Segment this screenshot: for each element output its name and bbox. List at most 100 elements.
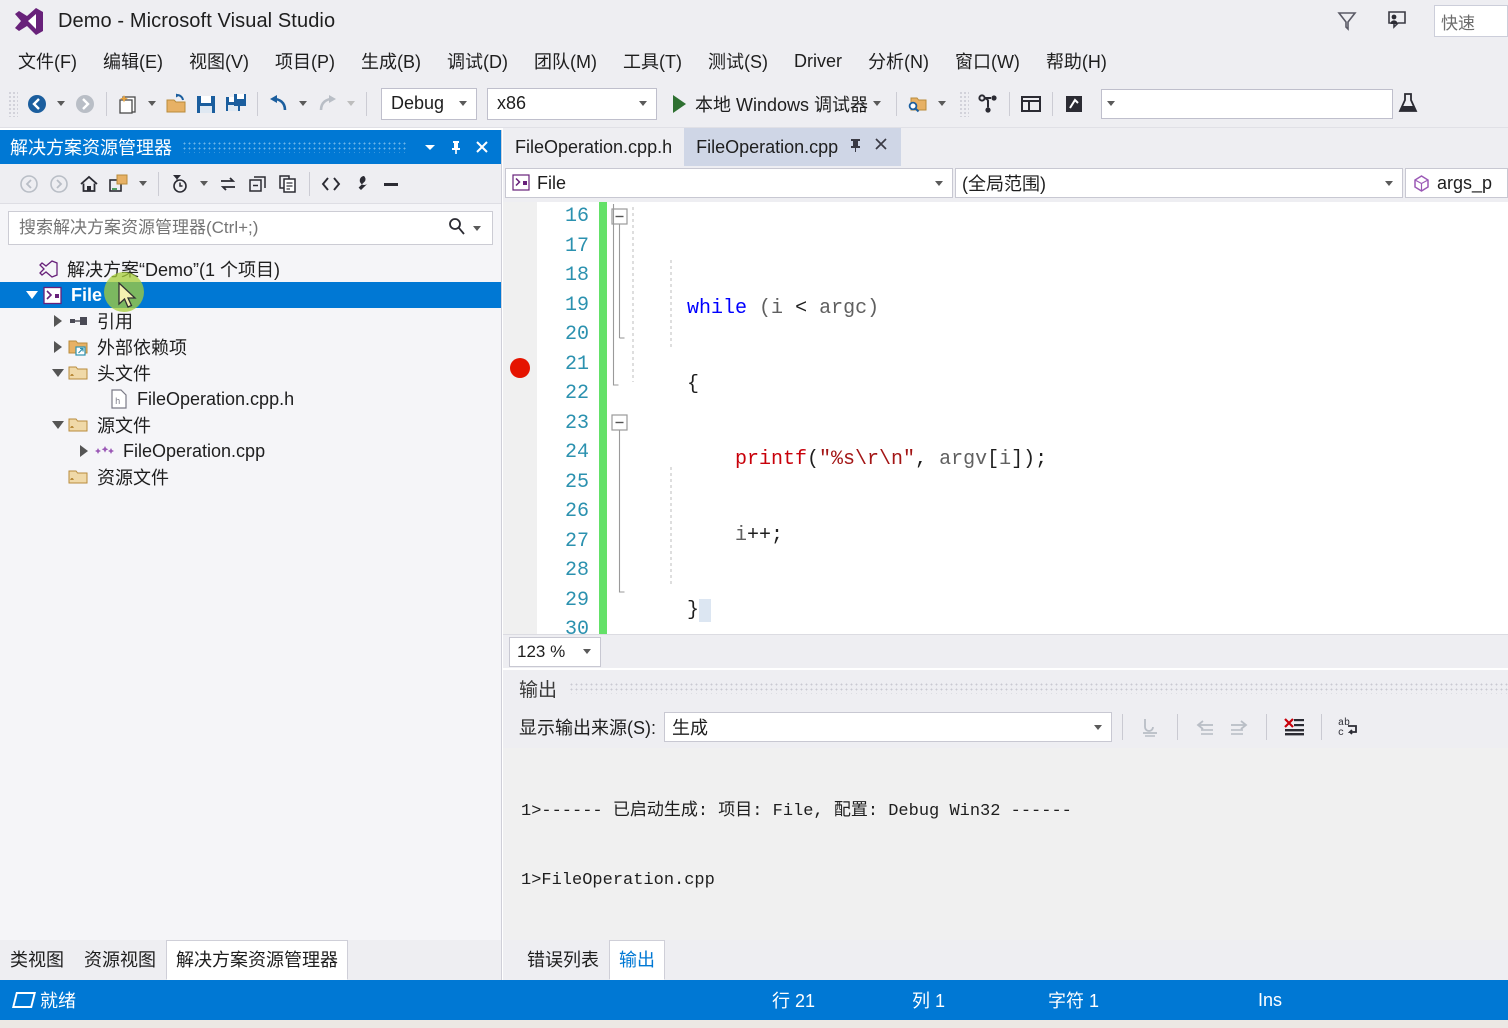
code-line-20[interactable]: } <box>639 596 1508 626</box>
pin-icon[interactable] <box>848 137 863 157</box>
code-line-19[interactable]: i++; <box>639 521 1508 551</box>
code-text[interactable]: while (i < argc) { printf("%s\r\n", argv… <box>639 202 1508 634</box>
editor-tab-fileoperation-cpp[interactable]: FileOperation.cpp <box>684 128 902 166</box>
expander-down[interactable] <box>48 421 68 429</box>
close-icon[interactable] <box>469 134 495 160</box>
tree-item-resource-files-folder[interactable]: 资源文件 <box>0 464 501 490</box>
output-text[interactable]: 1>------ 已启动生成: 项目: File, 配置: Debug Win3… <box>503 748 1508 1028</box>
outlining-gutter[interactable] <box>609 202 639 634</box>
code-line-18[interactable]: printf("%s\r\n", argv[i]); <box>639 445 1508 475</box>
code-editor[interactable]: 16 17 18 19 20 21 22 23 24 25 26 27 28 2… <box>503 202 1508 634</box>
panel-drag-dots[interactable] <box>569 682 1508 694</box>
show-all-files-icon[interactable] <box>273 169 303 199</box>
pending-changes-filter-icon[interactable] <box>165 169 195 199</box>
home-icon[interactable] <box>74 169 104 199</box>
menu-item-team[interactable]: 团队(M) <box>524 44 607 78</box>
menu-item-window[interactable]: 窗口(W) <box>945 44 1030 78</box>
new-item-caret-icon[interactable] <box>148 101 156 106</box>
editor-tab-fileoperation-cpp-h[interactable]: FileOperation.cpp.h <box>503 128 685 166</box>
chevron-down-icon[interactable] <box>139 181 147 186</box>
tree-item-header-files-folder[interactable]: 头文件 <box>0 360 501 386</box>
toolbar-grip[interactable] <box>959 90 970 117</box>
filter-caret-icon[interactable] <box>200 181 208 186</box>
pin-icon[interactable] <box>443 134 469 160</box>
menu-item-file[interactable]: 文件(F) <box>8 44 87 78</box>
sync-with-active-document-icon[interactable] <box>104 169 134 199</box>
solution-explorer-search[interactable] <box>8 211 493 245</box>
tab-output[interactable]: 输出 <box>609 940 665 980</box>
menu-item-test[interactable]: 测试(S) <box>698 44 778 78</box>
chevron-down-icon[interactable] <box>1107 101 1116 106</box>
tab-error-list[interactable]: 错误列表 <box>517 940 609 980</box>
collapse-all-icon[interactable] <box>243 169 273 199</box>
chevron-down-icon[interactable] <box>1094 724 1102 730</box>
menu-item-project[interactable]: 项目(P) <box>265 44 345 78</box>
find-caret-icon[interactable] <box>938 101 947 106</box>
attach-to-process-icon[interactable] <box>1059 88 1089 120</box>
chevron-down-icon[interactable] <box>417 134 443 160</box>
breakpoint-marker[interactable] <box>510 358 530 378</box>
toggle-word-wrap-icon[interactable]: ab c <box>1332 711 1366 743</box>
navbar-member-combo[interactable]: args_p <box>1405 168 1508 198</box>
platform-combo[interactable]: x86 <box>487 87 657 120</box>
menu-item-tools[interactable]: 工具(T) <box>613 44 692 78</box>
code-analysis-icon[interactable] <box>1393 88 1423 120</box>
panel-drag-dots[interactable] <box>182 141 407 153</box>
source-control-branch-icon[interactable] <box>973 88 1003 120</box>
expander-right[interactable] <box>48 341 68 353</box>
find-input[interactable] <box>1101 88 1394 119</box>
tree-item-solution[interactable]: 解决方案“Demo”(1 个项目) <box>0 256 501 282</box>
chevron-down-icon[interactable] <box>583 649 591 654</box>
navbar-scope-combo[interactable]: (全局范围) <box>955 168 1403 198</box>
menu-item-view[interactable]: 视图(V) <box>179 44 259 78</box>
tab-solution-explorer[interactable]: 解决方案资源管理器 <box>166 940 348 980</box>
properties-icon[interactable] <box>346 169 376 199</box>
close-icon[interactable] <box>873 136 889 158</box>
save-icon[interactable] <box>191 88 221 120</box>
tree-item-file-fileoperation-cpp-h[interactable]: h FileOperation.cpp.h <box>0 386 501 412</box>
undo-caret-icon[interactable] <box>299 101 307 106</box>
search-input[interactable] <box>17 217 446 239</box>
start-debugging-button[interactable]: 本地 Windows 调试器 <box>669 87 890 121</box>
open-file-icon[interactable] <box>161 88 191 120</box>
expander-right[interactable] <box>48 315 68 327</box>
quick-launch-input[interactable]: 快速 <box>1434 5 1508 37</box>
code-line-17[interactable]: { <box>639 370 1508 400</box>
chevron-down-icon[interactable] <box>873 101 882 106</box>
chevron-down-icon[interactable] <box>473 225 481 231</box>
tab-class-view[interactable]: 类视图 <box>0 940 74 980</box>
new-item-icon[interactable] <box>113 88 143 120</box>
refresh-icon[interactable] <box>213 169 243 199</box>
zoom-level-combo[interactable]: 123 % <box>509 636 601 667</box>
output-source-combo[interactable]: 生成 <box>664 712 1112 742</box>
window-layout-icon[interactable] <box>1016 88 1046 120</box>
send-feedback-icon[interactable] <box>1384 7 1412 35</box>
expander-down[interactable] <box>22 291 42 299</box>
undo-icon[interactable] <box>264 88 294 120</box>
funnel-icon[interactable] <box>1334 7 1362 35</box>
navbar-project-combo[interactable]: File <box>505 168 953 198</box>
chevron-down-icon[interactable] <box>1385 180 1393 186</box>
code-line-16[interactable]: while (i < argc) <box>639 294 1508 324</box>
menu-item-help[interactable]: 帮助(H) <box>1036 44 1117 78</box>
find-in-files-icon[interactable] <box>903 88 933 120</box>
toolbar-grip[interactable] <box>8 90 18 117</box>
menu-item-debug[interactable]: 调试(D) <box>437 44 518 78</box>
tab-resource-view[interactable]: 资源视图 <box>74 940 166 980</box>
breakpoint-gutter[interactable] <box>503 202 537 634</box>
navigate-back-icon[interactable] <box>22 88 52 120</box>
search-icon[interactable] <box>446 215 468 242</box>
expander-down[interactable] <box>48 369 68 377</box>
expander-right[interactable] <box>74 445 94 457</box>
tree-item-external-dependencies[interactable]: 外部依赖项 <box>0 334 501 360</box>
menu-item-driver[interactable]: Driver <box>784 47 852 76</box>
save-all-icon[interactable] <box>221 88 251 120</box>
view-code-icon[interactable] <box>316 169 346 199</box>
chevron-down-icon[interactable] <box>935 180 943 186</box>
clear-all-icon[interactable] <box>1277 711 1311 743</box>
tree-item-source-files-folder[interactable]: 源文件 <box>0 412 501 438</box>
preview-selected-items-icon[interactable] <box>376 169 406 199</box>
configuration-combo[interactable]: Debug <box>381 87 477 120</box>
menu-item-build[interactable]: 生成(B) <box>351 44 431 78</box>
menu-item-analyze[interactable]: 分析(N) <box>858 44 939 78</box>
